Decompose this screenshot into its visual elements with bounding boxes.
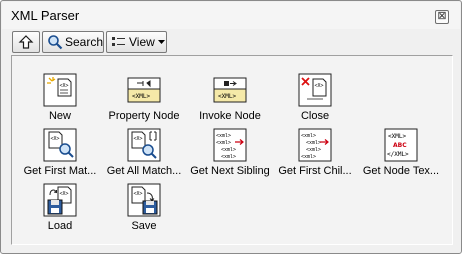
palette-item-close[interactable]: <X> Close	[273, 73, 357, 122]
xml-parser-window: XML Parser ⊠ Search View <X> New <XML> P…	[0, 0, 462, 254]
svg-text:<xml>: <xml>	[306, 147, 321, 153]
get-first-match-icon: <X>	[43, 128, 77, 162]
palette-item-get-node-text[interactable]: <XML> ABC </XML> Get Node Tex...	[359, 128, 443, 177]
palette-item-invoke-node[interactable]: <XML> Invoke Node	[188, 73, 272, 122]
palette-item-get-next-sibling[interactable]: <xml> <xml> <xml> <xml> Get Next Sibling	[188, 128, 272, 177]
up-level-button[interactable]	[12, 31, 40, 53]
palette-item-label: Load	[47, 220, 73, 232]
svg-text:<xml>: <xml>	[221, 154, 236, 160]
magnifier-icon	[48, 35, 63, 50]
palette-toolbar: Search View	[12, 31, 172, 53]
invoke-node-icon: <XML>	[213, 77, 247, 103]
get-first-child-icon: <xml> <xml> <xml> <xml>	[298, 128, 332, 162]
svg-text:<XML>: <XML>	[388, 133, 406, 140]
svg-text:<X>: <X>	[60, 83, 69, 89]
save-xml-icon: <X>	[127, 183, 161, 217]
view-menu-button[interactable]: View	[106, 31, 167, 53]
svg-text:<XML>: <XML>	[218, 93, 236, 100]
view-label: View	[129, 35, 155, 49]
palette-item-label: Get First Mat...	[23, 165, 97, 177]
svg-text:ABC: ABC	[393, 142, 407, 149]
up-arrow-icon	[18, 35, 34, 49]
svg-text:<X>: <X>	[134, 191, 143, 197]
palette-item-label: Save	[131, 220, 157, 232]
search-button[interactable]: Search	[42, 31, 104, 53]
close-xml-icon: <X>	[298, 73, 332, 107]
get-next-sibling-icon: <xml> <xml> <xml> <xml>	[213, 128, 247, 162]
svg-text:<xml>: <xml>	[216, 140, 231, 146]
svg-text:<xml>: <xml>	[306, 140, 321, 146]
svg-text:</XML>: </XML>	[387, 151, 409, 158]
palette-item-label: Invoke Node	[199, 110, 261, 122]
get-node-text-icon: <XML> ABC </XML>	[384, 128, 418, 162]
svg-text:<xml>: <xml>	[301, 133, 316, 139]
svg-text:<XML>: <XML>	[132, 93, 150, 100]
palette-item-label: Get First Chil...	[278, 165, 352, 177]
load-xml-icon: <X>	[43, 183, 77, 217]
new-xml-doc-icon: <X>	[43, 73, 77, 107]
chevron-down-icon	[157, 40, 165, 44]
search-label: Search	[65, 35, 104, 49]
palette-item-label: Get Next Sibling	[190, 165, 270, 177]
palette-item-get-all-matches[interactable]: <X> Get All Match...	[102, 128, 186, 177]
list-view-icon	[112, 37, 125, 46]
palette-item-label: New	[48, 110, 71, 122]
palette-item-save[interactable]: <X> Save	[102, 183, 186, 232]
palette-item-label: Property Node	[108, 110, 180, 122]
svg-text:<X>: <X>	[315, 83, 324, 89]
palette-item-new[interactable]: <X> New	[18, 73, 102, 122]
palette-item-get-first-match[interactable]: <X> Get First Mat...	[18, 128, 102, 177]
svg-text:<X>: <X>	[60, 191, 69, 197]
palette-item-load[interactable]: <X> Load	[18, 183, 102, 232]
svg-text:<xml>: <xml>	[301, 154, 316, 160]
svg-text:<X>: <X>	[134, 136, 143, 142]
svg-text:<xml>: <xml>	[216, 133, 231, 139]
window-close-button[interactable]: ⊠	[435, 10, 449, 24]
svg-text:<X>: <X>	[51, 136, 60, 142]
palette-item-label: Get Node Tex...	[362, 165, 440, 177]
svg-text:<xml>: <xml>	[221, 147, 236, 153]
palette-item-label: Close	[300, 110, 330, 122]
palette-item-property-node[interactable]: <XML> Property Node	[102, 73, 186, 122]
palette-item-get-first-child[interactable]: <xml> <xml> <xml> <xml> Get First Chil..…	[273, 128, 357, 177]
window-title: XML Parser	[11, 8, 80, 23]
palette-item-label: Get All Match...	[106, 165, 182, 177]
palette-content: <X> New <XML> Property Node <XML> Invoke…	[11, 55, 453, 245]
title-bar: XML Parser ⊠	[2, 2, 460, 29]
get-all-matches-icon: <X>	[127, 128, 161, 162]
property-node-icon: <XML>	[127, 77, 161, 103]
